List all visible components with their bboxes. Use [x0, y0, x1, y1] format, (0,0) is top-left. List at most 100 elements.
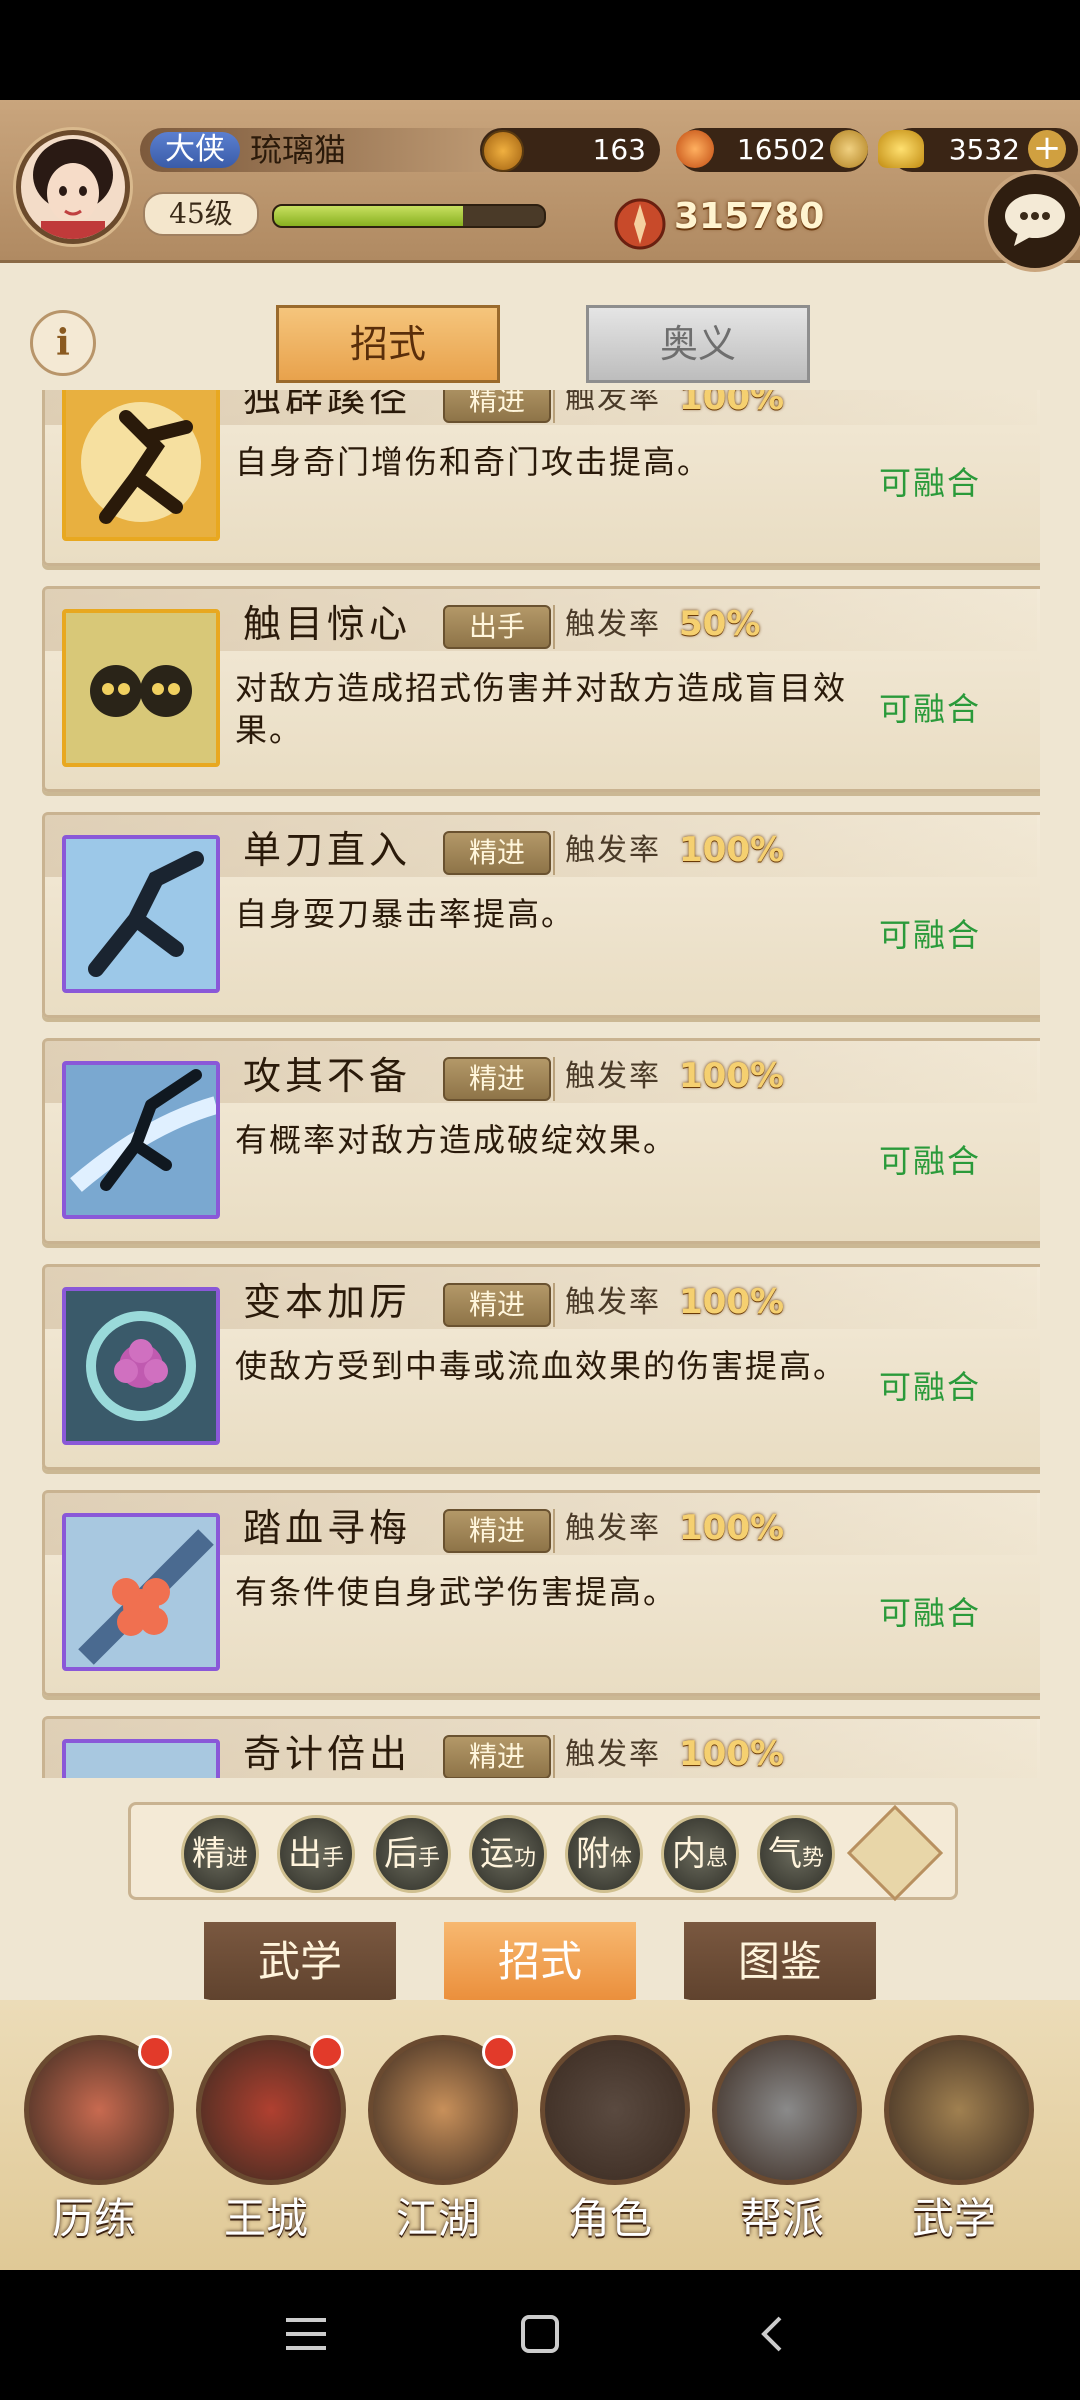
scheme-icon[interactable]	[62, 1739, 220, 1778]
skill-description: 对敌方造成招式伤害并对敌方造成盲目效果。	[235, 669, 848, 749]
filter-button[interactable]: 气势	[757, 1815, 835, 1893]
nav-royal-city[interactable]: 王城	[186, 2035, 346, 2245]
player-header: 大侠 琉璃猫 45级 163 16502 3532 + 315780	[0, 100, 1080, 272]
menu-icon[interactable]	[286, 2316, 326, 2352]
home-icon[interactable]	[520, 2314, 560, 2354]
nav-martial-arts[interactable]: 武学	[874, 2035, 1034, 2245]
nav-label: 角色	[567, 2194, 652, 2243]
fusable-label[interactable]: 可融合	[879, 1593, 981, 1633]
avatar[interactable]	[16, 130, 130, 244]
filter-bar: 精进 出手 后手 运功 附体 内息 气势	[128, 1802, 958, 1902]
filter-button[interactable]: 内息	[661, 1815, 739, 1893]
trigger-rate-label: 触发率	[565, 390, 661, 416]
spirit-flame-icon	[676, 130, 714, 168]
game-screen: 大侠 琉璃猫 45级 163 16502 3532 + 315780 i 招式	[0, 100, 1080, 2270]
skill-description: 使敌方受到中毒或流血效果的伤害提高。	[235, 1347, 848, 1385]
nav-guild[interactable]: 帮派	[702, 2035, 862, 2245]
skulls-icon[interactable]	[62, 609, 220, 767]
filter-main: 附	[575, 1834, 610, 1874]
skill-title: 攻其不备	[243, 1054, 412, 1098]
chat-button[interactable]	[984, 170, 1080, 272]
skill-card[interactable]: 变本加厉 精进 触发率 100% 使敌方受到中毒或流血效果的伤害提高。 可融合	[42, 1264, 1040, 1470]
trigger-rate-value: 100%	[679, 1734, 785, 1774]
skill-card[interactable]: 攻其不备 精进 触发率 100% 有概率对敌方造成破绽效果。 可融合	[42, 1038, 1040, 1244]
skill-description: 有概率对敌方造成破绽效果。	[235, 1121, 678, 1159]
skill-type-tag: 精进	[443, 1057, 551, 1101]
fusable-label[interactable]: 可融合	[879, 689, 981, 729]
nav-character[interactable]: 角色	[530, 2035, 690, 2245]
combat-power: 315780	[674, 196, 825, 237]
trigger-rate-label: 触发率	[565, 1737, 661, 1772]
trigger-rate-value: 50%	[679, 604, 761, 644]
filter-sub: 体	[609, 1846, 632, 1871]
filter-main: 运	[479, 1834, 514, 1874]
skill-title: 独辟蹊径	[243, 390, 412, 420]
flower-vortex-icon[interactable]	[62, 1287, 220, 1445]
rank-badge: 大侠	[150, 132, 240, 168]
collapse-arrow-icon[interactable]	[846, 1804, 944, 1902]
fusable-label[interactable]: 可融合	[879, 1367, 981, 1407]
filter-sub: 功	[513, 1846, 536, 1871]
nav-label: 江湖	[395, 2194, 480, 2243]
filter-button[interactable]: 出手	[277, 1815, 355, 1893]
filter-main: 出	[287, 1834, 322, 1874]
martial-arts-icon	[884, 2035, 1034, 2185]
skill-type-tag: 精进	[443, 1735, 551, 1778]
nav-jianghu[interactable]: 江湖	[358, 2035, 518, 2245]
level-badge: 45级	[143, 192, 259, 236]
add-gold-icon[interactable]: +	[1028, 130, 1066, 168]
leaping-warrior-icon[interactable]	[62, 1061, 220, 1219]
notification-dot	[310, 2035, 344, 2069]
trigger-rate-label: 触发率	[565, 1285, 661, 1320]
tab-moves[interactable]: 招式	[276, 305, 500, 383]
filter-main: 内	[671, 1834, 706, 1874]
skill-card[interactable]: 独辟蹊径 精进 触发率 100% 自身奇门增伤和奇门攻击提高。 可融合	[42, 390, 1040, 566]
trigger-rate-label: 触发率	[565, 607, 661, 642]
filter-sub: 息	[705, 1846, 728, 1871]
trigger-rate-value: 100%	[679, 830, 785, 870]
fusable-label[interactable]: 可融合	[879, 463, 981, 503]
player-name: 琉璃猫	[250, 131, 347, 169]
trigger-rate-label: 触发率	[565, 1511, 661, 1546]
xp-bar	[272, 204, 546, 228]
info-button[interactable]: i	[30, 310, 96, 376]
copper-amount: 163	[592, 133, 646, 166]
nav-training[interactable]: 历练	[14, 2035, 174, 2245]
system-nav-bar	[0, 2270, 1080, 2400]
skill-description: 有条件使自身武学伤害提高。	[235, 1573, 678, 1611]
gold-amount: 3532	[948, 133, 1020, 166]
back-icon[interactable]	[756, 2314, 786, 2354]
skill-card[interactable]: 奇计倍出 精进 触发率 100%	[42, 1716, 1040, 1778]
skill-card[interactable]: 单刀直入 精进 触发率 100% 自身耍刀暴击率提高。 可融合	[42, 812, 1040, 1018]
nav-label: 历练	[51, 2194, 136, 2243]
divider	[553, 831, 555, 875]
filter-button[interactable]: 后手	[373, 1815, 451, 1893]
xp-fill	[274, 206, 463, 226]
skill-title: 触目惊心	[243, 602, 412, 646]
skill-card[interactable]: 踏血寻梅 精进 触发率 100% 有条件使自身武学伤害提高。 可融合	[42, 1490, 1040, 1696]
trigger-rate-label: 触发率	[565, 833, 661, 868]
divider	[553, 1735, 555, 1778]
filter-sub: 手	[321, 1846, 344, 1871]
skill-title: 踏血寻梅	[243, 1506, 412, 1550]
skill-type-tag: 精进	[443, 1509, 551, 1553]
swordsman-icon[interactable]	[62, 835, 220, 993]
filter-button[interactable]: 运功	[469, 1815, 547, 1893]
skill-type-tag: 精进	[443, 1283, 551, 1327]
spirit-add-icon[interactable]	[830, 130, 868, 168]
fusable-label[interactable]: 可融合	[879, 915, 981, 955]
runner-icon[interactable]	[62, 390, 220, 541]
nav-label: 王城	[223, 2194, 308, 2243]
skill-type-tag: 精进	[443, 390, 551, 423]
fusable-label[interactable]: 可融合	[879, 1141, 981, 1181]
filter-button[interactable]: 精进	[181, 1815, 259, 1893]
plum-blossom-icon[interactable]	[62, 1513, 220, 1671]
skill-list[interactable]: 独辟蹊径 精进 触发率 100% 自身奇门增伤和奇门攻击提高。 可融合 触目惊心…	[42, 390, 1040, 1778]
skill-card[interactable]: 触目惊心 出手 触发率 50% 对敌方造成招式伤害并对敌方造成盲目效果。 可融合	[42, 586, 1040, 792]
skill-title: 变本加厉	[243, 1280, 412, 1324]
filter-sub: 进	[225, 1846, 248, 1871]
filter-button[interactable]: 附体	[565, 1815, 643, 1893]
tab-mysteries[interactable]: 奥义	[586, 305, 810, 383]
spirit-amount: 16502	[736, 133, 826, 166]
copper-coin-icon	[482, 130, 524, 172]
